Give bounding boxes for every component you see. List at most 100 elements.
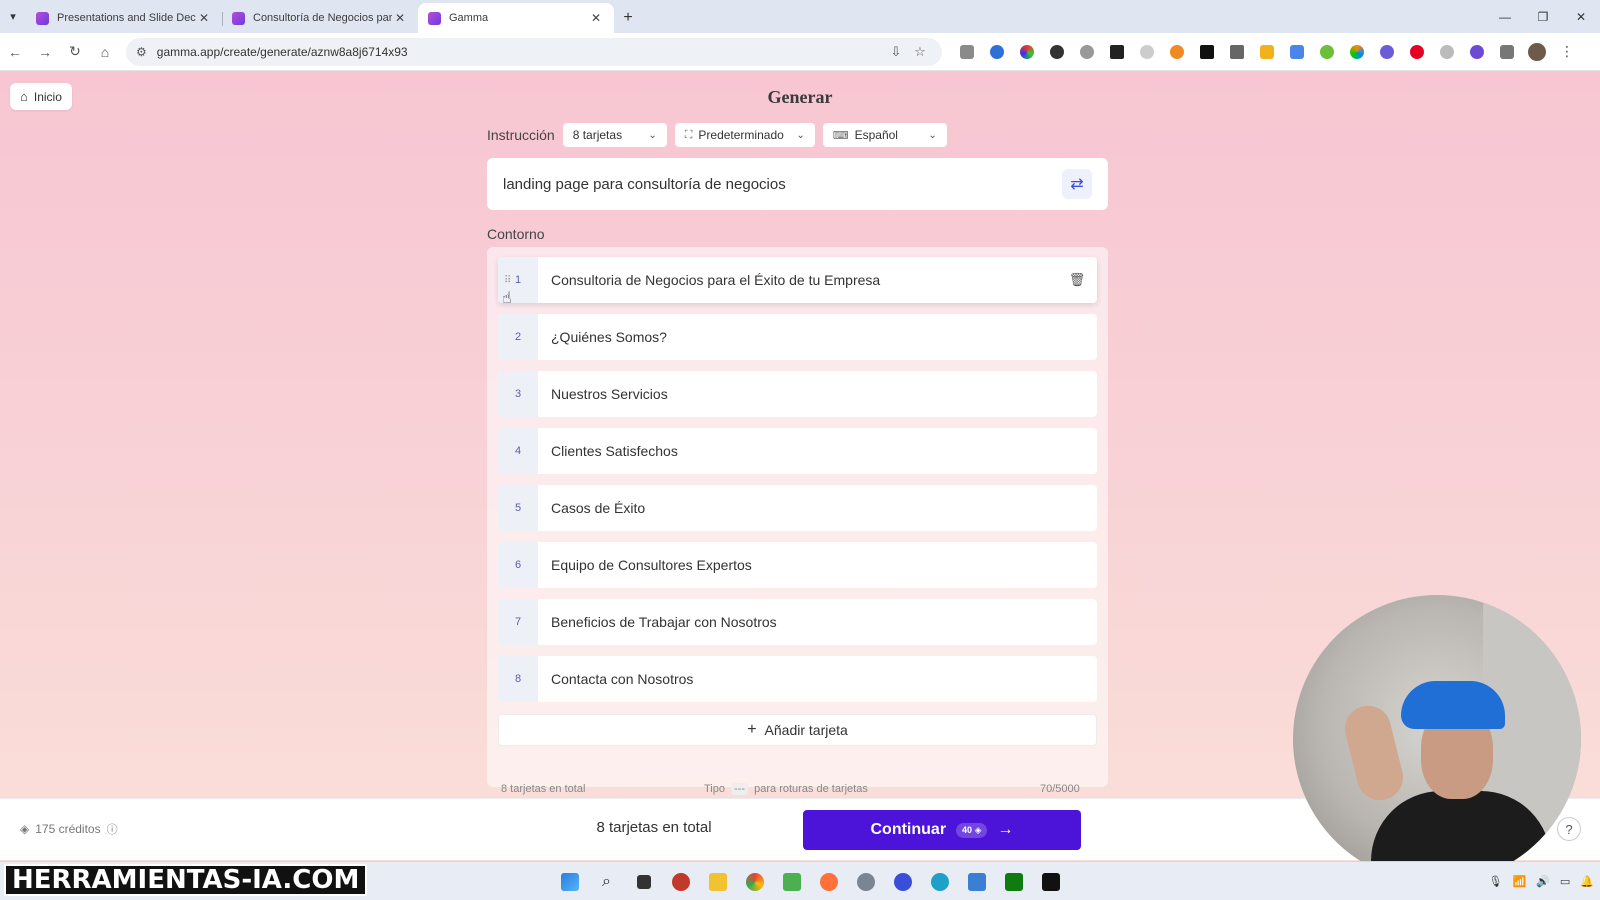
dark-extension-icon[interactable] (1042, 39, 1072, 65)
card-title[interactable]: Equipo de Consultores Expertos (538, 557, 1097, 573)
menu-kebab-icon[interactable]: ⋮ (1552, 39, 1582, 65)
outline-card[interactable]: ⠿ 1 Consultoria de Negocios para el Éxit… (498, 257, 1097, 303)
xbox-icon[interactable] (995, 862, 1032, 900)
outline-card[interactable]: 7 Beneficios de Trabajar con Nosotros (498, 599, 1097, 645)
close-icon[interactable]: ✕ (196, 11, 212, 25)
rainbow-extension-icon[interactable] (1342, 39, 1372, 65)
cards-count-select[interactable]: 8 tarjetas ⌄ (562, 123, 667, 147)
volume-icon[interactable]: 🔊 (1536, 875, 1550, 888)
install-app-icon[interactable]: ⇩ (884, 44, 908, 60)
capcut-icon[interactable] (1032, 862, 1069, 900)
language-select[interactable]: ⌨ Español ⌄ (822, 123, 947, 147)
tip-prefix: Tipo (704, 783, 725, 795)
browser-tab-2[interactable]: Consultoría de Negocios para el ✕ (222, 3, 418, 33)
language-value: Español (854, 128, 898, 142)
pinterest-icon[interactable] (1402, 39, 1432, 65)
bracket-extension-icon[interactable] (1222, 39, 1252, 65)
url-text[interactable]: gamma.app/create/generate/aznw8a8j6714x9… (157, 45, 884, 59)
black-extension-icon[interactable] (1192, 39, 1222, 65)
green-extension-icon[interactable] (1312, 39, 1342, 65)
notepad-icon[interactable] (958, 862, 995, 900)
outline-card[interactable]: 5 Casos de Éxito (498, 485, 1097, 531)
gamma-favicon-icon (428, 11, 441, 25)
font-extension-icon[interactable] (1102, 39, 1132, 65)
prompt-input[interactable]: landing page para consultoría de negocio… (487, 158, 1108, 210)
close-icon[interactable]: ✕ (588, 11, 604, 25)
zoom-extension-icon[interactable] (1072, 39, 1102, 65)
browser-tab-1[interactable]: Presentations and Slide Decks ✕ (26, 3, 222, 33)
trash-icon[interactable]: 🗑 (1057, 272, 1097, 288)
card-number: 7 (498, 599, 538, 645)
puzzle-extensions-icon[interactable] (1492, 39, 1522, 65)
notification-icon[interactable]: 🔔 (1580, 875, 1594, 888)
reload-icon[interactable]: ↻ (60, 37, 90, 67)
edge-icon[interactable] (921, 862, 958, 900)
regenerate-icon[interactable]: ⇄ (1062, 169, 1092, 199)
back-icon[interactable]: ← (0, 37, 30, 67)
mic-icon[interactable]: 🎙 (1489, 875, 1503, 888)
card-title[interactable]: ¿Quiénes Somos? (538, 329, 1097, 345)
blue-extension-icon[interactable] (982, 39, 1012, 65)
search-icon[interactable]: ⌕ (588, 862, 625, 900)
continue-button[interactable]: Continuar 40 ◈ → (803, 810, 1081, 850)
task-view-icon[interactable] (625, 862, 662, 900)
headphones-icon[interactable] (884, 862, 921, 900)
card-title[interactable]: Clientes Satisfechos (538, 443, 1097, 459)
compass-extension-icon[interactable] (1432, 39, 1462, 65)
file-explorer-icon[interactable] (699, 862, 736, 900)
chevron-down-icon: ⌄ (928, 129, 937, 141)
card-title[interactable]: Beneficios de Trabajar con Nosotros (538, 614, 1097, 630)
tab-title: Presentations and Slide Decks (57, 12, 196, 24)
minimize-icon[interactable]: — (1486, 0, 1524, 33)
outline-card[interactable]: 6 Equipo de Consultores Expertos (498, 542, 1097, 588)
browser-tab-3[interactable]: Gamma ✕ (418, 3, 614, 33)
theme-select[interactable]: ⛶ Predeterminado ⌄ (674, 123, 815, 147)
prompt-text[interactable]: landing page para consultoría de negocio… (503, 176, 1062, 193)
restore-icon[interactable]: ❐ (1524, 0, 1562, 33)
yellow-extension-icon[interactable] (1252, 39, 1282, 65)
hand-cursor-icon: ☝ (502, 290, 512, 307)
windows-start-icon[interactable] (551, 862, 588, 900)
card-title[interactable]: Casos de Éxito (538, 500, 1097, 516)
outline-card[interactable]: 8 Contacta con Nosotros (498, 656, 1097, 702)
total-cards: 8 tarjetas en total (596, 819, 712, 836)
app-icon[interactable] (662, 862, 699, 900)
purple-extension-icon[interactable] (1372, 39, 1402, 65)
tab-search-icon[interactable]: ▾ (0, 0, 26, 33)
bookmark-star-icon[interactable]: ☆ (908, 44, 932, 60)
outline-card[interactable]: 3 Nuestros Servicios (498, 371, 1097, 417)
translate-extension-icon[interactable] (1282, 39, 1312, 65)
card-title[interactable]: Consultoria de Negocios para el Éxito de… (538, 272, 1057, 288)
forward-icon[interactable]: → (30, 37, 60, 67)
grey-extension-icon[interactable] (1132, 39, 1162, 65)
site-settings-icon[interactable]: ⚙ (136, 45, 147, 59)
credit-cost-badge: 40 ◈ (956, 822, 988, 838)
orange-extension-icon[interactable] (1162, 39, 1192, 65)
record-extension-icon[interactable] (1462, 39, 1492, 65)
webcam-overlay (1293, 595, 1581, 883)
address-bar[interactable]: ⚙ gamma.app/create/generate/aznw8a8j6714… (126, 37, 942, 66)
chrome-icon[interactable] (736, 862, 773, 900)
settings-icon[interactable] (847, 862, 884, 900)
new-tab-button[interactable]: + (614, 3, 642, 33)
camera-extension-icon[interactable] (952, 39, 982, 65)
battery-icon[interactable]: ▭ (1560, 875, 1570, 888)
window-close-icon[interactable]: ✕ (1562, 0, 1600, 33)
info-icon[interactable]: ⓘ (107, 821, 118, 837)
drag-handle-icon[interactable]: ⠿ (504, 275, 511, 286)
card-title[interactable]: Nuestros Servicios (538, 386, 1097, 402)
credits-indicator[interactable]: ◈ 175 créditos ⓘ (20, 821, 118, 837)
card-title[interactable]: Contacta con Nosotros (538, 671, 1097, 687)
firefox-icon[interactable] (810, 862, 847, 900)
card-number: 2 (498, 314, 538, 360)
app-green-icon[interactable] (773, 862, 810, 900)
color-extension-icon[interactable] (1012, 39, 1042, 65)
tab-title: Gamma (449, 12, 489, 24)
wifi-icon[interactable]: 📶 (1512, 875, 1526, 888)
outline-card[interactable]: 4 Clientes Satisfechos (498, 428, 1097, 474)
home-icon[interactable]: ⌂ (90, 37, 120, 67)
add-card-button[interactable]: + Añadir tarjeta (498, 714, 1097, 746)
close-icon[interactable]: ✕ (392, 11, 408, 25)
outline-card[interactable]: 2 ¿Quiénes Somos? (498, 314, 1097, 360)
profile-avatar[interactable] (1522, 39, 1552, 65)
